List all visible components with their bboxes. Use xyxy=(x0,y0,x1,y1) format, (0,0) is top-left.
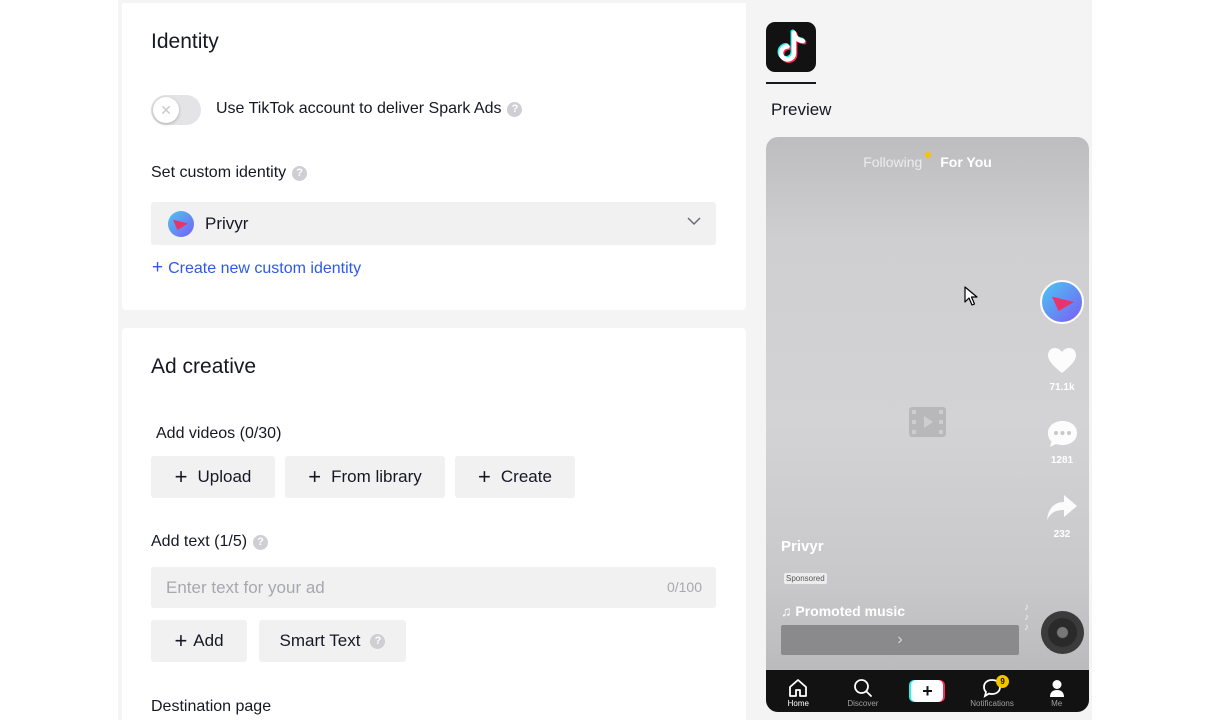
nav-create: + xyxy=(897,680,957,708)
sponsored-badge: Sponsored xyxy=(784,573,827,584)
ad-text-input[interactable] xyxy=(151,567,631,608)
plus-icon: + xyxy=(478,464,491,489)
create-identity-link[interactable]: + Create new custom identity xyxy=(152,257,361,279)
smart-text-button-label: Smart Text xyxy=(279,631,361,650)
tab-for-you: For You xyxy=(940,154,992,170)
create-identity-link-text: Create new custom identity xyxy=(168,260,362,277)
new-content-dot xyxy=(925,152,932,158)
like-action: 71.1k xyxy=(1037,347,1087,393)
nav-discover: Discover xyxy=(833,677,893,708)
nav-home-label: Home xyxy=(787,699,809,708)
feed-tabs: Following For You xyxy=(766,152,1089,170)
chevron-right-icon: › xyxy=(897,631,903,648)
destination-page-label: Destination page xyxy=(151,698,272,715)
from-library-button[interactable]: + From library xyxy=(285,456,445,498)
toggle-off-icon: ✕ xyxy=(153,97,179,123)
add-text-button[interactable]: + Add xyxy=(151,620,247,662)
mouse-cursor-icon xyxy=(964,286,978,306)
share-icon xyxy=(1047,495,1077,520)
home-icon xyxy=(789,679,808,697)
phone-preview: Following For You 71.1k 1281 232 Privyr … xyxy=(766,137,1089,712)
plus-icon: + xyxy=(174,464,188,489)
placement-tab-indicator xyxy=(766,82,816,84)
custom-identity-label-text: Set custom identity xyxy=(151,164,287,181)
share-count: 232 xyxy=(1053,529,1071,540)
music-disc-icon xyxy=(1041,611,1084,654)
nav-home: Home xyxy=(768,677,828,708)
ad-text-counter: 0/100 xyxy=(666,579,702,595)
tiktok-logo-icon xyxy=(777,29,807,63)
video-placeholder-icon xyxy=(909,407,946,437)
music-note-icon: ♫ xyxy=(781,603,796,619)
floating-notes-icon: ♪ ♪ ♪ xyxy=(1024,602,1029,633)
identity-section: Identity ✕ Use TikTok account to deliver… xyxy=(122,3,746,310)
search-icon xyxy=(853,679,872,697)
add-text-button-label: Add xyxy=(193,631,224,650)
help-icon[interactable]: ? xyxy=(292,166,308,181)
share-action: 232 xyxy=(1037,494,1087,540)
plus-icon: + xyxy=(152,257,164,278)
nav-discover-label: Discover xyxy=(847,699,879,708)
ad-creative-title: Ad creative xyxy=(151,355,257,378)
ad-text-field[interactable]: 0/100 xyxy=(151,567,716,608)
spark-ads-label-text: Use TikTok account to deliver Spark Ads xyxy=(216,100,502,117)
identity-avatar xyxy=(168,211,194,237)
ad-creative-section: Ad creative Add videos (0/30) + Upload + F… xyxy=(122,328,746,720)
upload-button-label: Upload xyxy=(197,467,252,486)
nav-notifications: 9 Notifications xyxy=(962,675,1022,708)
cta-bar: › xyxy=(781,625,1019,655)
selected-identity: Privyr xyxy=(205,214,249,233)
plus-icon: + xyxy=(174,628,188,653)
heart-icon xyxy=(1048,348,1076,373)
upload-button[interactable]: + Upload xyxy=(151,456,275,498)
help-icon[interactable]: ? xyxy=(253,535,269,550)
preview-label: Preview xyxy=(771,100,832,119)
notifications-badge: 9 xyxy=(996,675,1010,688)
spark-ads-label: Use TikTok account to deliver Spark Ads? xyxy=(216,100,523,118)
phone-bottom-nav: Home Discover + 9 Notifications Me xyxy=(766,670,1089,712)
chevron-down-icon xyxy=(687,217,701,226)
creator-username: Privyr xyxy=(781,538,824,555)
create-plus-icon: + xyxy=(911,680,944,702)
spark-ads-toggle[interactable]: ✕ xyxy=(151,95,201,125)
custom-identity-label: Set custom identity? xyxy=(151,164,308,182)
tiktok-app-icon[interactable] xyxy=(766,22,816,72)
like-count: 71.1k xyxy=(1049,382,1075,393)
music-title: Promoted music xyxy=(795,603,906,619)
music-line: ♫ Promoted music xyxy=(781,603,905,619)
creator-avatar xyxy=(1040,280,1084,324)
plus-icon: + xyxy=(308,464,322,489)
create-button[interactable]: + Create xyxy=(455,456,575,498)
help-icon: ? xyxy=(370,633,386,649)
profile-icon xyxy=(1049,680,1064,697)
comment-action: 1281 xyxy=(1037,420,1087,466)
smart-text-button[interactable]: Smart Text? xyxy=(259,620,406,662)
add-text-label: Add text (1/5)? xyxy=(151,533,269,551)
nav-notifications-label: Notifications xyxy=(970,699,1014,708)
create-button-label: Create xyxy=(500,467,552,486)
tab-following: Following xyxy=(863,152,932,170)
add-videos-label: Add videos (0/30) xyxy=(156,425,282,442)
identity-title: Identity xyxy=(151,30,219,53)
add-text-label-text: Add text (1/5) xyxy=(151,533,248,550)
custom-identity-select[interactable]: Privyr xyxy=(151,202,716,245)
help-icon[interactable]: ? xyxy=(507,102,523,117)
nav-me: Me xyxy=(1027,677,1087,708)
comment-count: 1281 xyxy=(1050,455,1074,466)
tab-following-label: Following xyxy=(863,154,923,170)
from-library-button-label: From library xyxy=(331,467,422,486)
nav-me-label: Me xyxy=(1051,699,1063,708)
comment-icon xyxy=(1047,421,1077,447)
